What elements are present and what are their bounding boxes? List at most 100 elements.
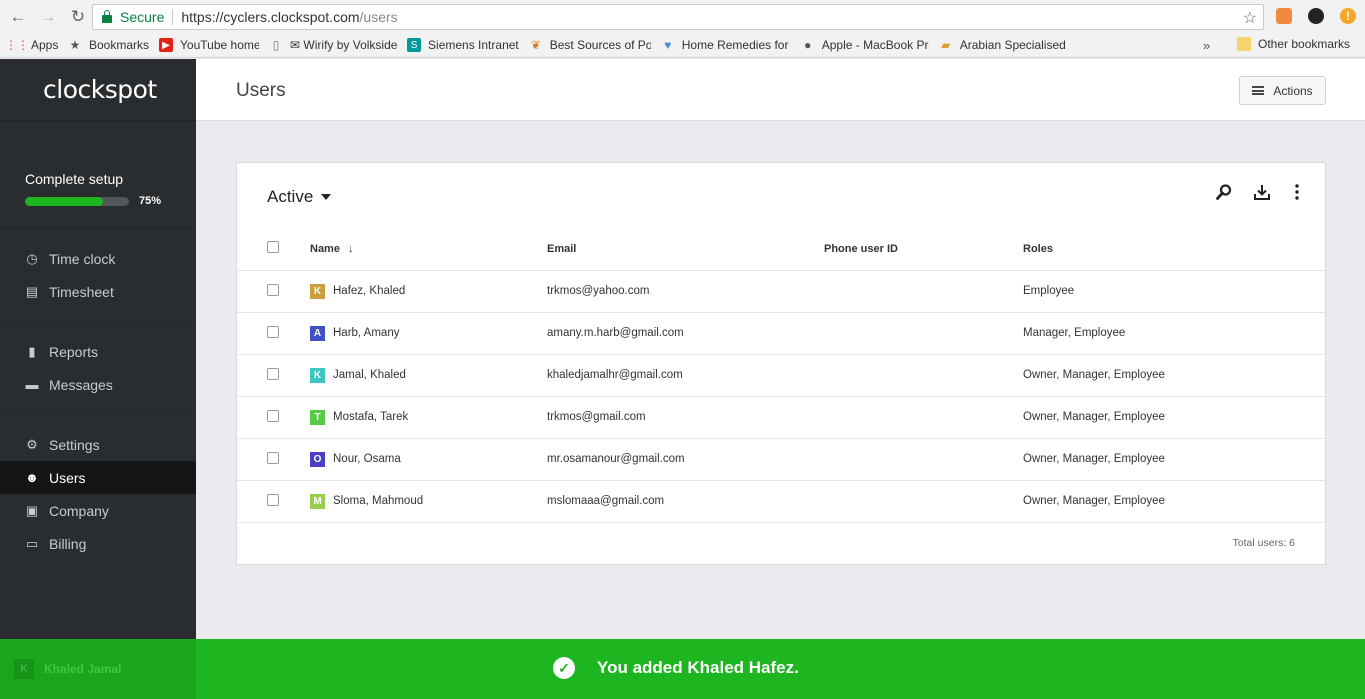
users-card: Active Name ↓ Email Phone user ID Roles …: [236, 162, 1326, 565]
book-icon: ▰: [941, 38, 951, 52]
bookmarks-overflow-button[interactable]: »: [1203, 38, 1210, 53]
alert-extension-icon[interactable]: !: [1340, 8, 1356, 24]
column-header-name[interactable]: Name ↓: [310, 243, 354, 255]
column-header-phone[interactable]: Phone user ID: [824, 243, 898, 255]
clock-icon: ◷: [26, 250, 38, 266]
table-row[interactable]: O Nour, Osama mr.osamanour@gmail.com Owner,…: [237, 439, 1325, 481]
user-roles: Manager, Employee: [1023, 327, 1126, 339]
secure-label: Secure: [120, 9, 165, 25]
clipboard-icon: ▤: [25, 283, 39, 299]
user-roles: Employee: [1023, 285, 1075, 297]
apple-icon: ●: [804, 38, 812, 52]
avatar: M: [310, 494, 325, 509]
table-row[interactable]: M Sloma, Mahmoud mslomaaa@gmail.com Owner, …: [237, 481, 1325, 523]
bookmark-label: ✉ Wirify by Volkside: [290, 38, 398, 52]
bookmark-item[interactable]: ♥ Home Remedies for D: [661, 38, 791, 52]
user-email: khaledjamalhr@gmail.com: [547, 369, 683, 381]
users-icon: ☻: [25, 470, 39, 485]
sidebar-item-time-clock[interactable]: ◷ Time clock: [0, 242, 196, 275]
row-checkbox[interactable]: [267, 410, 279, 422]
address-bar[interactable]: Secure https://cyclers.clockspot.com/use…: [92, 4, 1264, 30]
bookmark-star-icon[interactable]: ☆: [1243, 8, 1257, 28]
sidebar-item-label: Messages: [49, 376, 113, 393]
url-path: /users: [359, 9, 398, 25]
user-name[interactable]: Hafez, Khaled: [333, 285, 405, 297]
clockspot-logo[interactable]: clockspot: [0, 59, 196, 121]
bookmark-item[interactable]: ★ Bookmarks: [68, 38, 149, 52]
forward-arrow-icon[interactable]: →: [36, 5, 60, 29]
sidebar-item-settings[interactable]: ⚙ Settings: [0, 428, 196, 461]
setup-progress-panel[interactable]: Complete setup 75%: [0, 121, 196, 229]
sidebar-item-company[interactable]: ▣ Company: [0, 494, 196, 527]
status-filter-dropdown[interactable]: Active: [267, 187, 332, 207]
actions-button[interactable]: Actions: [1239, 76, 1326, 105]
column-header-email[interactable]: Email: [547, 243, 576, 255]
table-row[interactable]: A Harb, Amany amany.m.harb@gmail.com Manage…: [237, 313, 1325, 355]
bookmark-label: Arabian Specialised M: [959, 38, 1069, 52]
row-checkbox[interactable]: [267, 368, 279, 380]
select-all-checkbox[interactable]: [267, 241, 279, 253]
avatar: K: [310, 368, 325, 383]
card-icon: ▭: [25, 535, 39, 551]
download-icon[interactable]: [1252, 182, 1272, 202]
success-toast: K Khaled Jamal ✓ You added Khaled Hafez.: [0, 639, 1365, 699]
caret-down-icon: [321, 194, 332, 200]
avatar: A: [310, 326, 325, 341]
bookmark-item[interactable]: ▶ YouTube home: [159, 38, 259, 52]
table-row[interactable]: T Mostafa, Tarek trkmos@gmail.com Owner, Ma…: [237, 397, 1325, 439]
row-checkbox[interactable]: [267, 326, 279, 338]
bookmark-item[interactable]: ● Apple - MacBook Pro: [801, 38, 929, 52]
table-row[interactable]: K Hafez, Khaled trkmos@yahoo.com Employee: [237, 271, 1325, 313]
reload-icon[interactable]: ↻: [66, 5, 90, 29]
bar-chart-icon: ▮: [28, 343, 36, 359]
bookmark-label: Bookmarks: [89, 38, 150, 52]
bookmark-item[interactable]: ⋮⋮ Apps: [10, 38, 58, 52]
bookmarks-bar: ⋮⋮ Apps ★ Bookmarks ▶ YouTube home ▯ ✉ Wirify b…: [0, 33, 1365, 58]
user-name[interactable]: Nour, Osama: [333, 453, 401, 465]
column-name-label: Name: [310, 243, 340, 255]
back-arrow-icon[interactable]: ←: [6, 5, 30, 29]
user-name[interactable]: Mostafa, Tarek: [333, 411, 408, 423]
apps-grid-icon: ⋮⋮: [10, 38, 29, 52]
user-name[interactable]: Jamal, Khaled: [333, 369, 406, 381]
setup-title: Complete setup: [25, 171, 124, 187]
sidebar-item-timesheet[interactable]: ▤ Timesheet: [0, 275, 196, 308]
user-email: amany.m.harb@gmail.com: [547, 327, 684, 339]
bookmark-item[interactable]: ❦ Best Sources of Potas: [529, 38, 651, 52]
user-email: trkmos@yahoo.com: [547, 285, 650, 297]
sidebar-item-reports[interactable]: ▮ Reports: [0, 335, 196, 368]
extension-icon[interactable]: [1276, 8, 1292, 24]
more-vertical-icon[interactable]: [1287, 182, 1307, 202]
user-name[interactable]: Sloma, Mahmoud: [333, 495, 423, 507]
user-name[interactable]: Harb, Amany: [333, 327, 399, 339]
column-header-roles[interactable]: Roles: [1023, 243, 1053, 255]
extension-icon[interactable]: [1308, 8, 1324, 24]
sidebar-item-messages[interactable]: ▬ Messages: [0, 368, 196, 401]
sidebar-nav-group: ◷ Time clock ▤ Timesheet: [0, 229, 196, 322]
page-header: Users Actions: [196, 59, 1365, 121]
page-icon: ▯: [272, 38, 280, 52]
other-bookmarks-label: Other bookmarks: [1258, 37, 1351, 51]
search-icon[interactable]: [1214, 182, 1234, 202]
sidebar-item-label: Time clock: [49, 250, 116, 267]
bookmark-item[interactable]: ▰ Arabian Specialised M: [939, 38, 1069, 52]
lock-icon: [102, 10, 112, 23]
bookmark-item[interactable]: ▯ ✉ Wirify by Volkside: [269, 38, 397, 52]
sidebar-item-billing[interactable]: ▭ Billing: [0, 527, 196, 560]
folder-icon: [1237, 37, 1251, 51]
sidebar: clockspot Complete setup 75% ◷ Time clock…: [0, 59, 196, 699]
current-user[interactable]: K Khaled Jamal: [0, 639, 196, 699]
row-checkbox[interactable]: [267, 494, 279, 506]
check-circle-icon: ✓: [553, 657, 575, 679]
sidebar-item-users[interactable]: ☻ Users: [0, 461, 196, 494]
heart-icon: ♥: [664, 38, 672, 52]
row-checkbox[interactable]: [267, 452, 279, 464]
table-row[interactable]: K Jamal, Khaled khaledjamalhr@gmail.com Own…: [237, 355, 1325, 397]
avatar: K: [310, 284, 325, 299]
user-email: trkmos@gmail.com: [547, 411, 646, 423]
briefcase-icon: ▣: [25, 502, 39, 518]
other-bookmarks-folder[interactable]: Other bookmarks: [1237, 37, 1350, 51]
row-checkbox[interactable]: [267, 284, 279, 296]
toast-text: You added Khaled Hafez.: [597, 658, 799, 677]
bookmark-item[interactable]: S Siemens Intranet: [407, 38, 519, 52]
